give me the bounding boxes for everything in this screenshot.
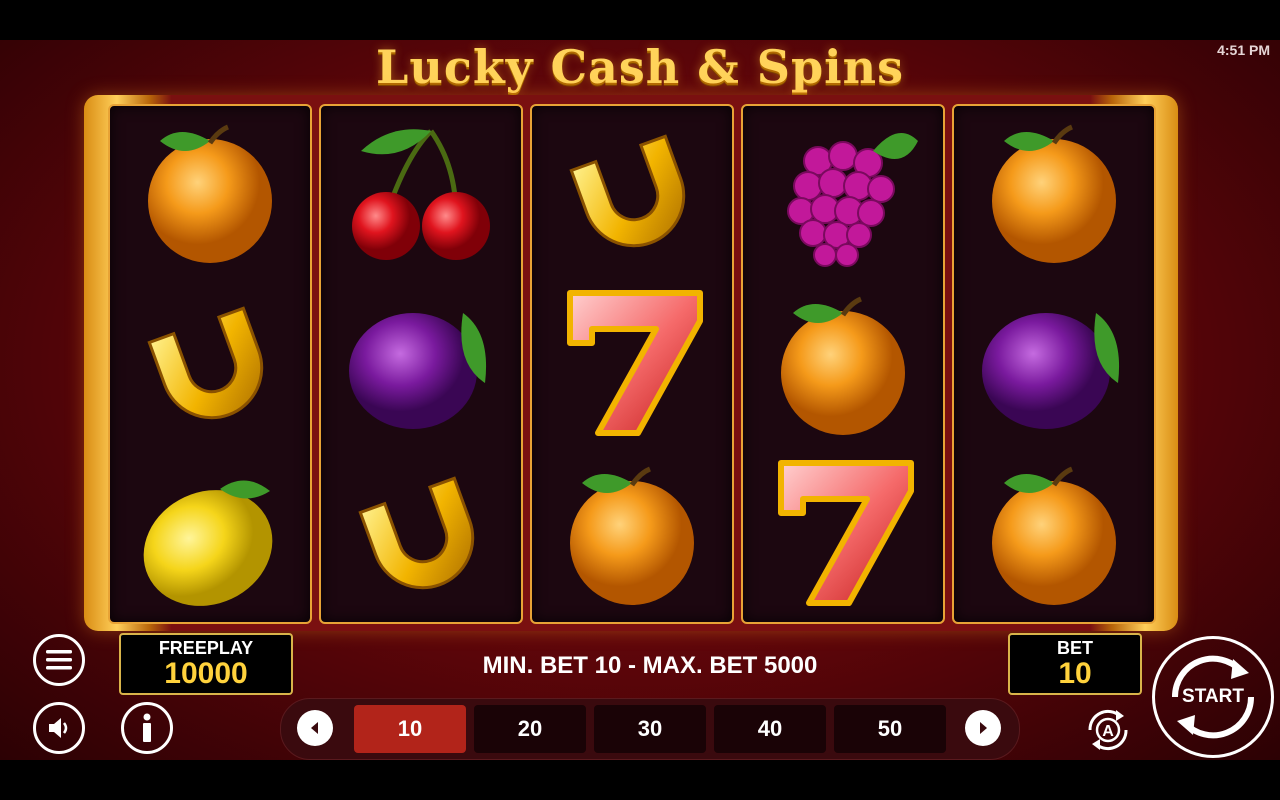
plum-symbol: [954, 278, 1154, 448]
autoplay-label: A: [1102, 723, 1114, 740]
autoplay-icon: A: [1088, 709, 1128, 751]
start-button[interactable]: START: [1152, 636, 1274, 758]
bet-option-10[interactable]: 10: [354, 705, 466, 753]
lemon-symbol: [110, 448, 310, 618]
bet-label: BET: [1057, 638, 1093, 658]
bet-display: BET 10: [1008, 633, 1142, 695]
info-icon: [143, 713, 151, 742]
freeplay-display: FREEPLAY 10000: [119, 633, 293, 695]
grapes-symbol: [743, 106, 943, 276]
bet-option-30[interactable]: 30: [594, 705, 706, 753]
cherry-symbol: [321, 106, 521, 276]
horseshoe-symbol: [532, 106, 732, 276]
info-button[interactable]: [121, 702, 173, 754]
bet-prev-button[interactable]: [297, 710, 333, 746]
bet-option-20[interactable]: 20: [474, 705, 586, 753]
plum-symbol: [321, 278, 521, 448]
hamburger-icon: [46, 650, 72, 670]
bet-limits: MIN. BET 10 - MAX. BET 5000: [482, 652, 818, 679]
orange-symbol: [954, 448, 1154, 618]
seven-symbol: [532, 278, 732, 448]
bet-selector: 10 20 30 40 50: [280, 698, 1020, 760]
chevron-right-icon: [980, 722, 987, 734]
start-label: START: [1182, 686, 1244, 707]
speaker-icon: [49, 718, 68, 738]
horseshoe-symbol: [321, 448, 521, 618]
game-stage: 4:51 PM Lucky Cash & Spins FREEPLAY 1000…: [0, 40, 1280, 760]
orange-symbol: [743, 278, 943, 448]
bet-value: 10: [1058, 657, 1092, 690]
sound-button[interactable]: [33, 702, 85, 754]
bet-option-40[interactable]: 40: [714, 705, 826, 753]
chevron-left-icon: [311, 722, 318, 734]
seven-symbol: [743, 448, 943, 618]
freeplay-label: FREEPLAY: [158, 638, 254, 658]
game-title: Lucky Cash & Spins: [376, 40, 904, 94]
bet-option-50[interactable]: 50: [834, 705, 946, 753]
orange-symbol: [110, 106, 310, 276]
menu-button[interactable]: [33, 634, 85, 686]
orange-symbol: [954, 106, 1154, 276]
autoplay-button[interactable]: A: [1080, 702, 1136, 758]
freeplay-value: 10000: [164, 657, 248, 690]
bet-next-button[interactable]: [965, 710, 1001, 746]
orange-symbol: [532, 448, 732, 618]
horseshoe-symbol: [110, 278, 310, 448]
